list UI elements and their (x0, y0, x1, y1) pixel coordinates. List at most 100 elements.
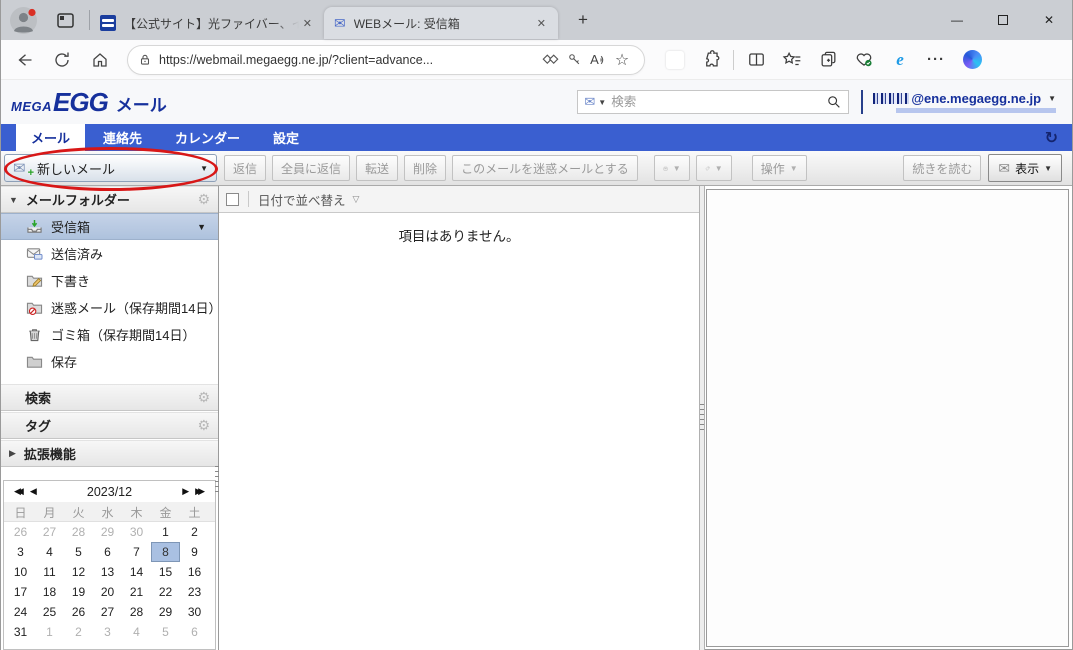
calendar-day[interactable]: 5 (151, 622, 180, 642)
url-text[interactable]: https://webmail.megaegg.ne.jp/?client=ad… (159, 53, 538, 67)
calendar-day[interactable]: 29 (93, 522, 122, 542)
expand-triangle-icon[interactable]: ▶ (9, 448, 16, 459)
sidebar-section-extensions[interactable]: ▶ 拡張機能 (1, 440, 218, 467)
calendar-day[interactable]: 1 (151, 522, 180, 542)
calendar-day[interactable]: 21 (122, 582, 151, 602)
actions-button[interactable]: 操作 ▼ (752, 155, 807, 181)
reply-button[interactable]: 返信 (224, 155, 266, 181)
calendar-day[interactable]: 23 (180, 582, 209, 602)
gear-icon[interactable]: ⚙ (197, 417, 210, 434)
calendar-day[interactable]: 19 (64, 582, 93, 602)
extensions-puzzle-icon[interactable] (697, 46, 725, 74)
tab-close-icon[interactable]: ✕ (299, 15, 316, 32)
calendar-day[interactable]: 28 (64, 522, 93, 542)
calendar-day[interactable]: 6 (93, 542, 122, 562)
search-scope-caret-icon[interactable]: ▼ (598, 98, 606, 107)
calendar-day[interactable]: 2 (180, 522, 209, 542)
read-aloud-icon[interactable]: A (586, 48, 610, 72)
minimize-button[interactable]: — (934, 0, 980, 40)
new-mail-button[interactable]: ✉ + 新しいメール ▼ (4, 154, 217, 182)
copilot-icon[interactable] (958, 46, 986, 74)
sidebar-item-drafts[interactable]: 下書き (1, 267, 218, 294)
calendar-day[interactable]: 11 (35, 562, 64, 582)
prev-year-icon[interactable]: ◀◀ (11, 486, 27, 497)
calendar-day[interactable]: 29 (151, 602, 180, 622)
sidebar-section-search[interactable]: 検索 ⚙ (1, 384, 218, 411)
calendar-day[interactable]: 27 (35, 522, 64, 542)
address-bar[interactable]: https://webmail.megaegg.ne.jp/?client=ad… (127, 45, 645, 75)
account-menu[interactable]: @ene.megaegg.ne.jp ▼ (873, 91, 1056, 113)
refresh-icon[interactable]: ↻ (1045, 124, 1058, 151)
calendar-day[interactable]: 14 (122, 562, 151, 582)
calendar-day[interactable]: 18 (35, 582, 64, 602)
back-button[interactable] (9, 45, 39, 75)
blank-extension-icon[interactable] (661, 46, 689, 74)
ie-mode-icon[interactable]: e (886, 46, 914, 74)
search-scope-envelope-icon[interactable]: ✉ (584, 94, 595, 110)
profile-avatar[interactable] (10, 7, 37, 34)
close-button[interactable]: ✕ (1026, 0, 1072, 40)
nav-tab-calendar[interactable]: カレンダー (160, 124, 255, 151)
browser-tab-megaegg-site[interactable]: 【公式サイト】光ファイバー、インターネ ✕ (90, 7, 324, 39)
gear-icon[interactable]: ⚙ (197, 191, 210, 208)
sidebar-item-junk[interactable]: 迷惑メール（保存期間14日） (1, 294, 218, 321)
calendar-day[interactable]: 25 (35, 602, 64, 622)
sidebar-item-inbox[interactable]: 受信箱 ▼ (1, 213, 218, 240)
new-tab-button[interactable]: + (572, 10, 594, 30)
sidebar-section-tags[interactable]: タグ ⚙ (1, 412, 218, 439)
calendar-day[interactable]: 13 (93, 562, 122, 582)
mark-spam-button[interactable]: このメールを迷惑メールとする (452, 155, 638, 181)
sort-by-date-button[interactable]: 日付で並べ替え (258, 190, 346, 209)
calendar-day[interactable]: 26 (6, 522, 35, 542)
calendar-day[interactable]: 2 (64, 622, 93, 642)
delete-button[interactable]: 削除 (404, 155, 446, 181)
calendar-day[interactable]: 31 (6, 622, 35, 642)
nav-tab-mail[interactable]: メール (16, 124, 85, 151)
prev-month-icon[interactable]: ◀ (27, 486, 40, 497)
calendar-day[interactable]: 3 (6, 542, 35, 562)
diamonds-icon[interactable] (538, 48, 562, 72)
read-more-button[interactable]: 続きを読む (903, 155, 981, 181)
calendar-day[interactable]: 20 (93, 582, 122, 602)
tag-button[interactable]: ▼ (696, 155, 732, 181)
collections-icon[interactable] (814, 46, 842, 74)
view-button[interactable]: ✉ 表示 ▼ (988, 154, 1062, 182)
calendar-day[interactable]: 3 (93, 622, 122, 642)
archive-button[interactable]: ▼ (654, 155, 690, 181)
calendar-day[interactable]: 12 (64, 562, 93, 582)
calendar-day[interactable]: 27 (93, 602, 122, 622)
calendar-day[interactable]: 26 (64, 602, 93, 622)
gear-icon[interactable]: ⚙ (197, 389, 210, 406)
calendar-day[interactable]: 15 (151, 562, 180, 582)
reply-all-button[interactable]: 全員に返信 (272, 155, 350, 181)
more-options-icon[interactable]: ··· (922, 46, 950, 74)
select-all-checkbox[interactable] (226, 193, 239, 206)
search-magnifier-icon[interactable] (826, 94, 842, 110)
pane-splitter[interactable] (699, 186, 705, 650)
account-caret-icon[interactable]: ▼ (1048, 94, 1056, 103)
folder-caret-icon[interactable]: ▼ (197, 222, 206, 232)
calendar-day[interactable]: 8 (151, 542, 180, 562)
search-input[interactable] (611, 95, 826, 109)
calendar-day[interactable]: 28 (122, 602, 151, 622)
maximize-button[interactable] (980, 0, 1026, 40)
sidebar-item-save[interactable]: 保存 (1, 348, 218, 375)
sidebar-item-trash[interactable]: ゴミ箱（保存期間14日） (1, 321, 218, 348)
calendar-day[interactable]: 30 (180, 602, 209, 622)
next-month-icon[interactable]: ▶ (179, 486, 192, 497)
calendar-day[interactable]: 6 (180, 622, 209, 642)
calendar-day[interactable]: 7 (122, 542, 151, 562)
calendar-day[interactable]: 16 (180, 562, 209, 582)
collapse-triangle-icon[interactable]: ▼ (9, 195, 18, 205)
tab-actions-menu-button[interactable] (55, 10, 75, 30)
sidebar-item-sent[interactable]: 送信済み (1, 240, 218, 267)
reload-button[interactable] (47, 45, 77, 75)
favorites-icon[interactable] (778, 46, 806, 74)
tab-close-icon[interactable]: ✕ (533, 15, 550, 32)
split-screen-icon[interactable] (742, 46, 770, 74)
calendar-day[interactable]: 17 (6, 582, 35, 602)
calendar-day[interactable]: 4 (35, 542, 64, 562)
forward-button[interactable]: 転送 (356, 155, 398, 181)
sidebar-splitter-grip[interactable] (215, 466, 219, 492)
calendar-day[interactable]: 1 (35, 622, 64, 642)
